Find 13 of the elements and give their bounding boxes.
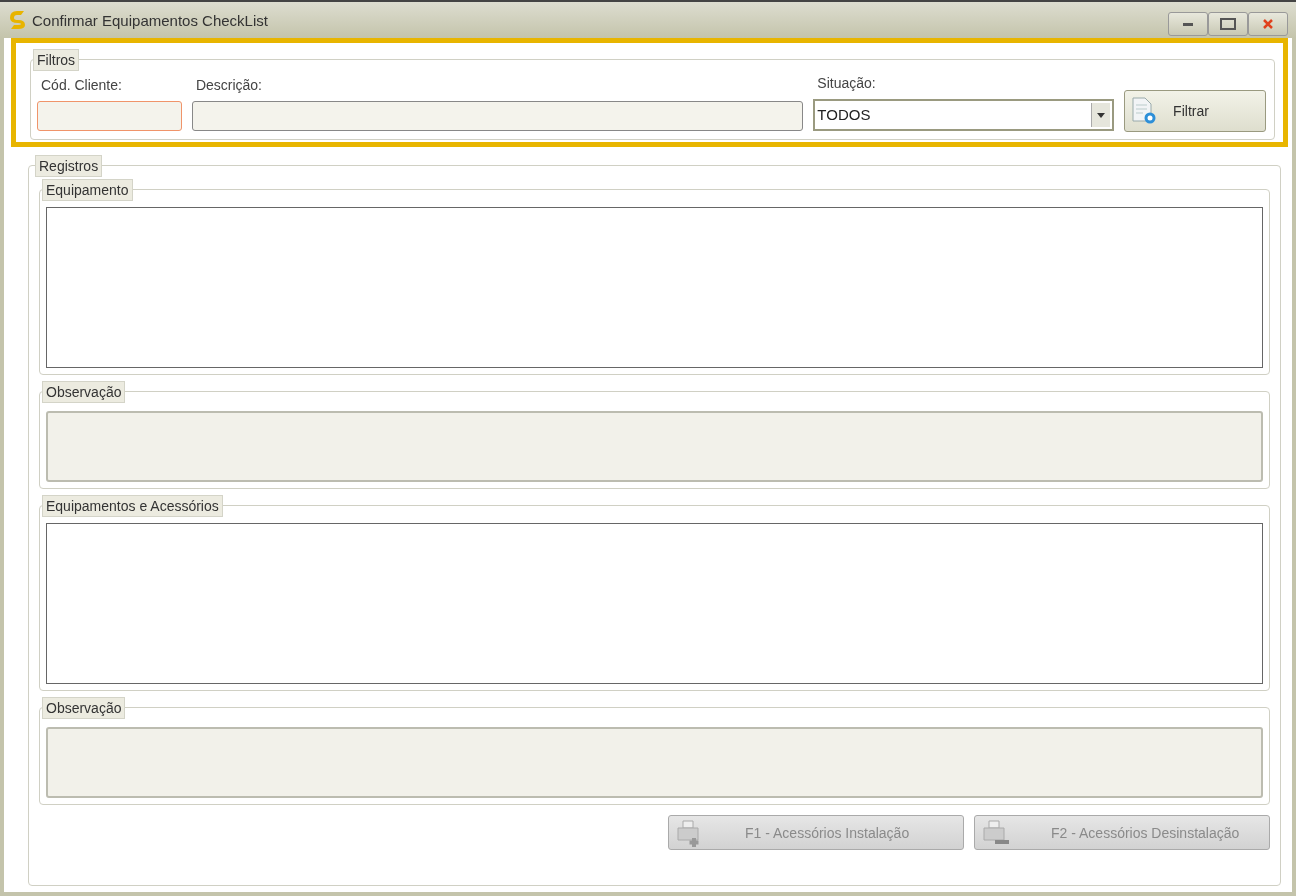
situation-dropdown[interactable]: TODOS <box>813 99 1115 131</box>
group-legend: Registros <box>35 155 103 177</box>
dropdown-value: TODOS <box>816 105 872 125</box>
field-label: Situação: <box>816 75 877 91</box>
group-legend: Observação <box>42 697 126 719</box>
group-legend: Equipamento <box>42 179 133 201</box>
group-legend: Observação <box>42 381 126 403</box>
field-label: Cód. Cliente: <box>40 77 123 93</box>
group-legend: Filtros <box>33 49 80 71</box>
window-title: Confirmar Equipamentos CheckList <box>32 11 269 29</box>
filter-button[interactable]: Filtrar <box>1124 90 1266 132</box>
group-legend: Equipamentos e Acessórios <box>42 495 223 517</box>
field-label: Descrição: <box>194 77 263 93</box>
